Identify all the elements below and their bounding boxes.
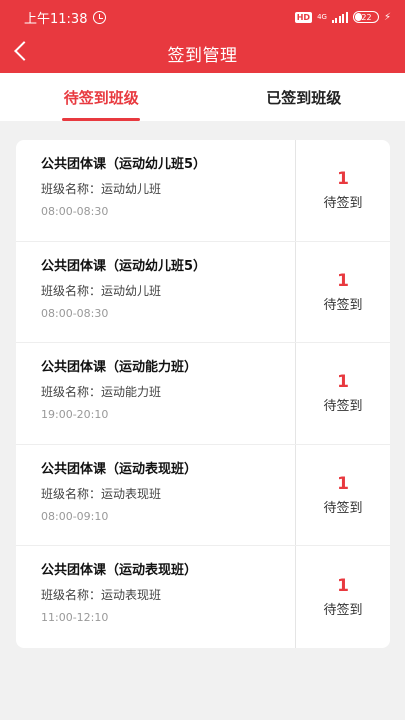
class-info: 公共团体课（运动能力班） 班级名称：运动能力班 19:00-20:10: [16, 343, 295, 444]
course-title: 公共团体课（运动幼儿班5）: [41, 258, 207, 274]
course-title: 公共团体课（运动表现班）: [41, 461, 198, 477]
back-icon[interactable]: [14, 41, 34, 61]
pending-label: 待签到: [323, 399, 363, 415]
tab-bar: 待签到班级 已签到班级: [0, 73, 405, 121]
class-info: 公共团体课（运动幼儿班5） 班级名称：运动幼儿班 08:00-08:30: [16, 242, 295, 343]
network-label: 4G: [317, 12, 327, 21]
class-time: 19:00-20:10: [41, 408, 109, 422]
class-name: 班级名称：运动表现班: [41, 588, 162, 603]
class-info: 公共团体课（运动表现班） 班级名称：运动表现班 08:00-09:10: [16, 445, 295, 546]
class-name: 班级名称：运动幼儿班: [41, 283, 162, 298]
status-time: 上午11:38: [24, 11, 88, 27]
signal-icon: [331, 11, 348, 23]
class-card[interactable]: 公共团体课（运动幼儿班5） 班级名称：运动幼儿班 08:00-08:30 1 待…: [16, 140, 390, 242]
course-title: 公共团体课（运动幼儿班5）: [41, 157, 207, 172]
battery-level: 22: [361, 12, 372, 22]
hd-icon: HD: [294, 11, 313, 23]
tab-label: 已签到班级: [266, 88, 342, 107]
class-card[interactable]: 公共团体课（运动幼儿班5） 班级名称：运动幼儿班 08:00-08:30 1 待…: [16, 241, 390, 344]
course-title: 公共团体课（运动表现班）: [41, 563, 198, 579]
pending-checkin-button[interactable]: 1 待签到: [295, 241, 390, 343]
status-bar: 上午11:38 HD 4G 22 ⚡: [0, 0, 405, 34]
class-info: 公共团体课（运动表现班） 班级名称：运动表现班 11:00-12:10: [16, 546, 295, 648]
pending-label: 待签到: [323, 297, 363, 313]
app-header: 上午11:38 HD 4G 22 ⚡ 签到管理: [0, 0, 405, 73]
pending-label: 待签到: [323, 603, 363, 619]
page-title: 签到管理: [167, 46, 238, 66]
class-info: 公共团体课（运动幼儿班5） 班级名称：运动幼儿班 08:00-08:30: [16, 140, 295, 241]
nav-bar: 签到管理: [0, 34, 405, 73]
class-name: 班级名称：运动表现班: [41, 486, 162, 501]
pending-label: 待签到: [323, 196, 363, 212]
pending-count: 1: [337, 372, 349, 393]
pending-label: 待签到: [323, 501, 363, 517]
pending-count: 1: [337, 576, 349, 597]
class-card[interactable]: 公共团体课（运动表现班） 班级名称：运动表现班 11:00-12:10 1 待签…: [16, 546, 390, 648]
alarm-icon: [93, 10, 107, 24]
pending-count: 1: [337, 169, 349, 190]
charging-icon: ⚡: [383, 11, 391, 23]
pending-count: 1: [337, 474, 349, 495]
active-tab-indicator: [62, 118, 141, 121]
class-time: 08:00-09:10: [41, 509, 109, 523]
class-card[interactable]: 公共团体课（运动能力班） 班级名称：运动能力班 19:00-20:10 1 待签…: [16, 343, 390, 445]
class-list: 公共团体课（运动幼儿班5） 班级名称：运动幼儿班 08:00-08:30 1 待…: [16, 140, 390, 648]
tab-pending-classes[interactable]: 待签到班级: [0, 73, 203, 121]
tab-label: 待签到班级: [63, 88, 139, 107]
pending-checkin-button[interactable]: 1 待签到: [295, 444, 390, 546]
pending-checkin-button[interactable]: 1 待签到: [295, 140, 390, 241]
tab-signed-classes[interactable]: 已签到班级: [203, 73, 405, 121]
class-card[interactable]: 公共团体课（运动表现班） 班级名称：运动表现班 08:00-09:10 1 待签…: [16, 444, 390, 547]
pending-count: 1: [337, 270, 349, 291]
class-time: 08:00-08:30: [41, 205, 109, 218]
pending-checkin-button[interactable]: 1 待签到: [295, 343, 390, 444]
pending-checkin-button[interactable]: 1 待签到: [295, 546, 390, 648]
class-time: 08:00-08:30: [41, 306, 109, 320]
class-name: 班级名称：运动能力班: [41, 385, 162, 400]
class-time: 11:00-12:10: [41, 611, 109, 625]
course-title: 公共团体课（运动能力班）: [41, 360, 198, 376]
class-name: 班级名称：运动幼儿班: [41, 182, 162, 196]
battery-icon: 22: [352, 11, 379, 23]
